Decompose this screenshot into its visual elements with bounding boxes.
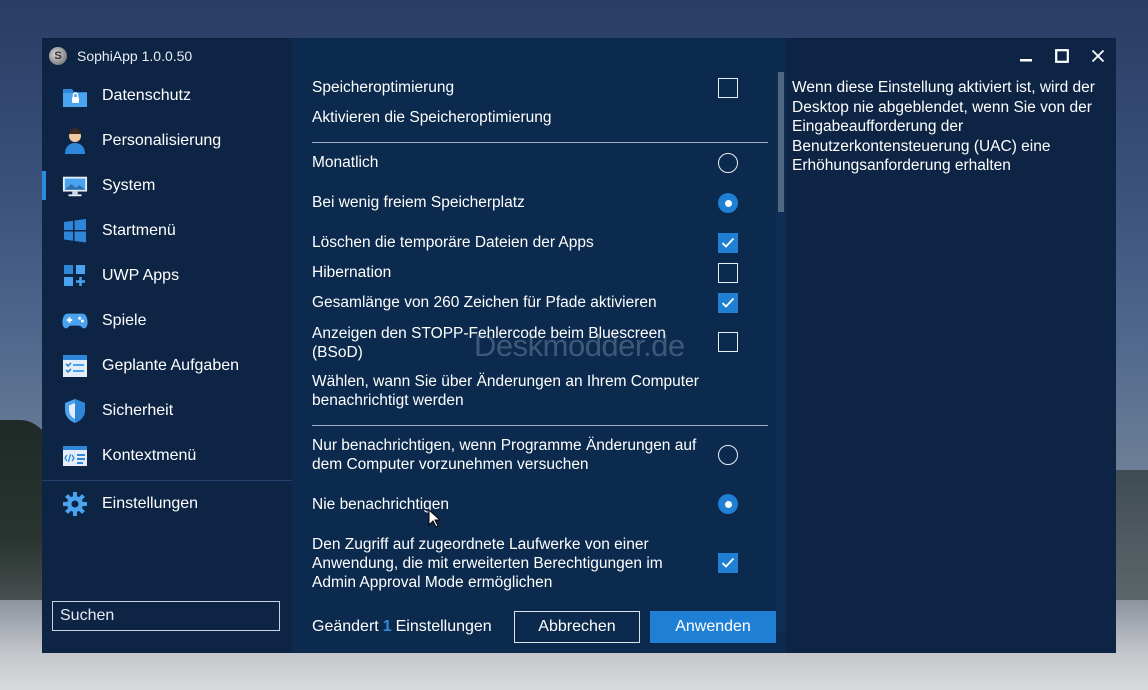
maximize-icon <box>1055 49 1069 63</box>
person-icon <box>62 127 88 154</box>
watermark: Deskmodder.de <box>474 328 685 363</box>
gamepad-icon <box>62 308 88 334</box>
setting-label: Nie benachrichtigen <box>312 496 450 513</box>
shield-icon <box>62 398 88 424</box>
sidebar-item-startmenue[interactable]: Startmenü <box>42 208 292 253</box>
radio-monatlich[interactable] <box>718 153 738 173</box>
checkmark-icon <box>721 297 735 308</box>
minimize-icon <box>1020 59 1032 62</box>
sidebar-item-label: Startmenü <box>102 221 176 239</box>
windows-tiles-icon <box>62 218 88 244</box>
sidebar-item-label: Kontextmenü <box>102 446 197 464</box>
sidebar-item-label: Geplante Aufgaben <box>102 356 240 374</box>
app-logo-icon: S <box>49 47 67 65</box>
radio-wenig-speicherplatz[interactable] <box>718 193 738 213</box>
description-panel: Wenn diese Einstellung aktiviert ist, wi… <box>786 38 1116 653</box>
minimize-button[interactable] <box>1008 38 1044 74</box>
settings-panel: Speicheroptimierung Aktivieren die Speic… <box>292 38 786 653</box>
radio-nur-benachrichtigen[interactable] <box>718 445 738 465</box>
sidebar-item-personalisierung[interactable]: Personalisierung <box>42 118 292 163</box>
close-icon <box>1091 49 1105 63</box>
changed-prefix: Geändert <box>312 618 379 635</box>
setting-label: Monatlich <box>312 154 379 171</box>
scrollbar-thumb[interactable] <box>778 72 784 212</box>
window-controls <box>1008 38 1116 74</box>
changed-status: Geändert 1 Einstellungen <box>312 618 492 636</box>
search-input[interactable] <box>52 601 280 631</box>
setting-label: Löschen die temporäre Dateien der Apps <box>312 234 594 251</box>
sidebar-item-uwp-apps[interactable]: UWP Apps <box>42 253 292 298</box>
sidebar-item-label: Spiele <box>102 311 147 329</box>
radio-nie-benachrichtigen[interactable] <box>718 494 738 514</box>
checkbox-speicheroptimierung[interactable] <box>718 78 738 98</box>
setting-label: Den Zugriff auf zugeordnete Laufwerke vo… <box>312 536 663 591</box>
setting-label: Gesamlänge von 260 Zeichen für Pfade akt… <box>312 294 657 311</box>
section-divider <box>312 142 768 143</box>
sidebar-item-datenschutz[interactable]: Datenschutz <box>42 73 292 118</box>
app-window: S SophiApp 1.0.0.50 Datenschutz Personal… <box>42 38 1116 653</box>
checkmark-icon <box>721 557 735 568</box>
setting-label: Speicheroptimierung <box>312 79 455 96</box>
checkbox-laufwerke-admin[interactable] <box>718 553 738 573</box>
changed-count: 1 <box>382 618 392 635</box>
checkbox-hibernation[interactable] <box>718 263 738 283</box>
sidebar-item-label: System <box>102 176 156 194</box>
apply-button[interactable]: Anwenden <box>650 611 776 643</box>
gear-icon <box>62 491 88 517</box>
description-text: Wenn diese Einstellung aktiviert ist, wi… <box>792 79 1095 174</box>
changed-suffix: Einstellungen <box>395 618 492 635</box>
checkbox-260-zeichen[interactable] <box>718 293 738 313</box>
cancel-button[interactable]: Abbrechen <box>514 611 640 643</box>
setting-label: Bei wenig freiem Speicherplatz <box>312 194 525 211</box>
sidebar-item-sicherheit[interactable]: Sicherheit <box>42 388 292 433</box>
sidebar-item-label: Sicherheit <box>102 401 174 419</box>
checkbox-temp-dateien[interactable] <box>718 233 738 253</box>
setting-label: Nur benachrichtigen, wenn Programme Ände… <box>312 437 697 473</box>
sidebar-item-kontextmenue[interactable]: Kontextmenü <box>42 433 292 478</box>
sidebar-item-label: Datenschutz <box>102 86 191 104</box>
setting-subheading: Wählen, wann Sie über Änderungen an Ihre… <box>312 373 699 409</box>
apps-grid-icon <box>62 263 88 289</box>
close-button[interactable] <box>1080 38 1116 74</box>
privacy-folder-icon <box>62 83 88 109</box>
checkbox-bsod-stopcode[interactable] <box>718 332 738 352</box>
app-title: SophiApp 1.0.0.50 <box>77 48 193 64</box>
sidebar-item-label: Personalisierung <box>102 131 222 149</box>
checkmark-icon <box>721 237 735 248</box>
setting-label: Hibernation <box>312 264 392 281</box>
title-bar: S SophiApp 1.0.0.50 <box>42 38 292 74</box>
sidebar-item-geplante-aufgaben[interactable]: Geplante Aufgaben <box>42 343 292 388</box>
section-divider <box>312 425 768 426</box>
sidebar-nav: Datenschutz Personalisierung System Star… <box>42 73 292 526</box>
sidebar-item-label: UWP Apps <box>102 266 180 284</box>
tasks-list-icon <box>62 353 88 379</box>
monitor-icon <box>62 173 88 199</box>
setting-subheading: Aktivieren die Speicheroptimierung <box>312 109 552 126</box>
code-menu-icon <box>62 443 88 469</box>
maximize-button[interactable] <box>1044 38 1080 74</box>
sidebar-item-spiele[interactable]: Spiele <box>42 298 292 343</box>
sidebar-item-system[interactable]: System <box>42 163 292 208</box>
sidebar-item-einstellungen[interactable]: Einstellungen <box>42 481 292 526</box>
sidebar: S SophiApp 1.0.0.50 Datenschutz Personal… <box>42 38 292 653</box>
sidebar-item-label: Einstellungen <box>102 494 199 512</box>
mouse-cursor-icon <box>428 509 442 528</box>
